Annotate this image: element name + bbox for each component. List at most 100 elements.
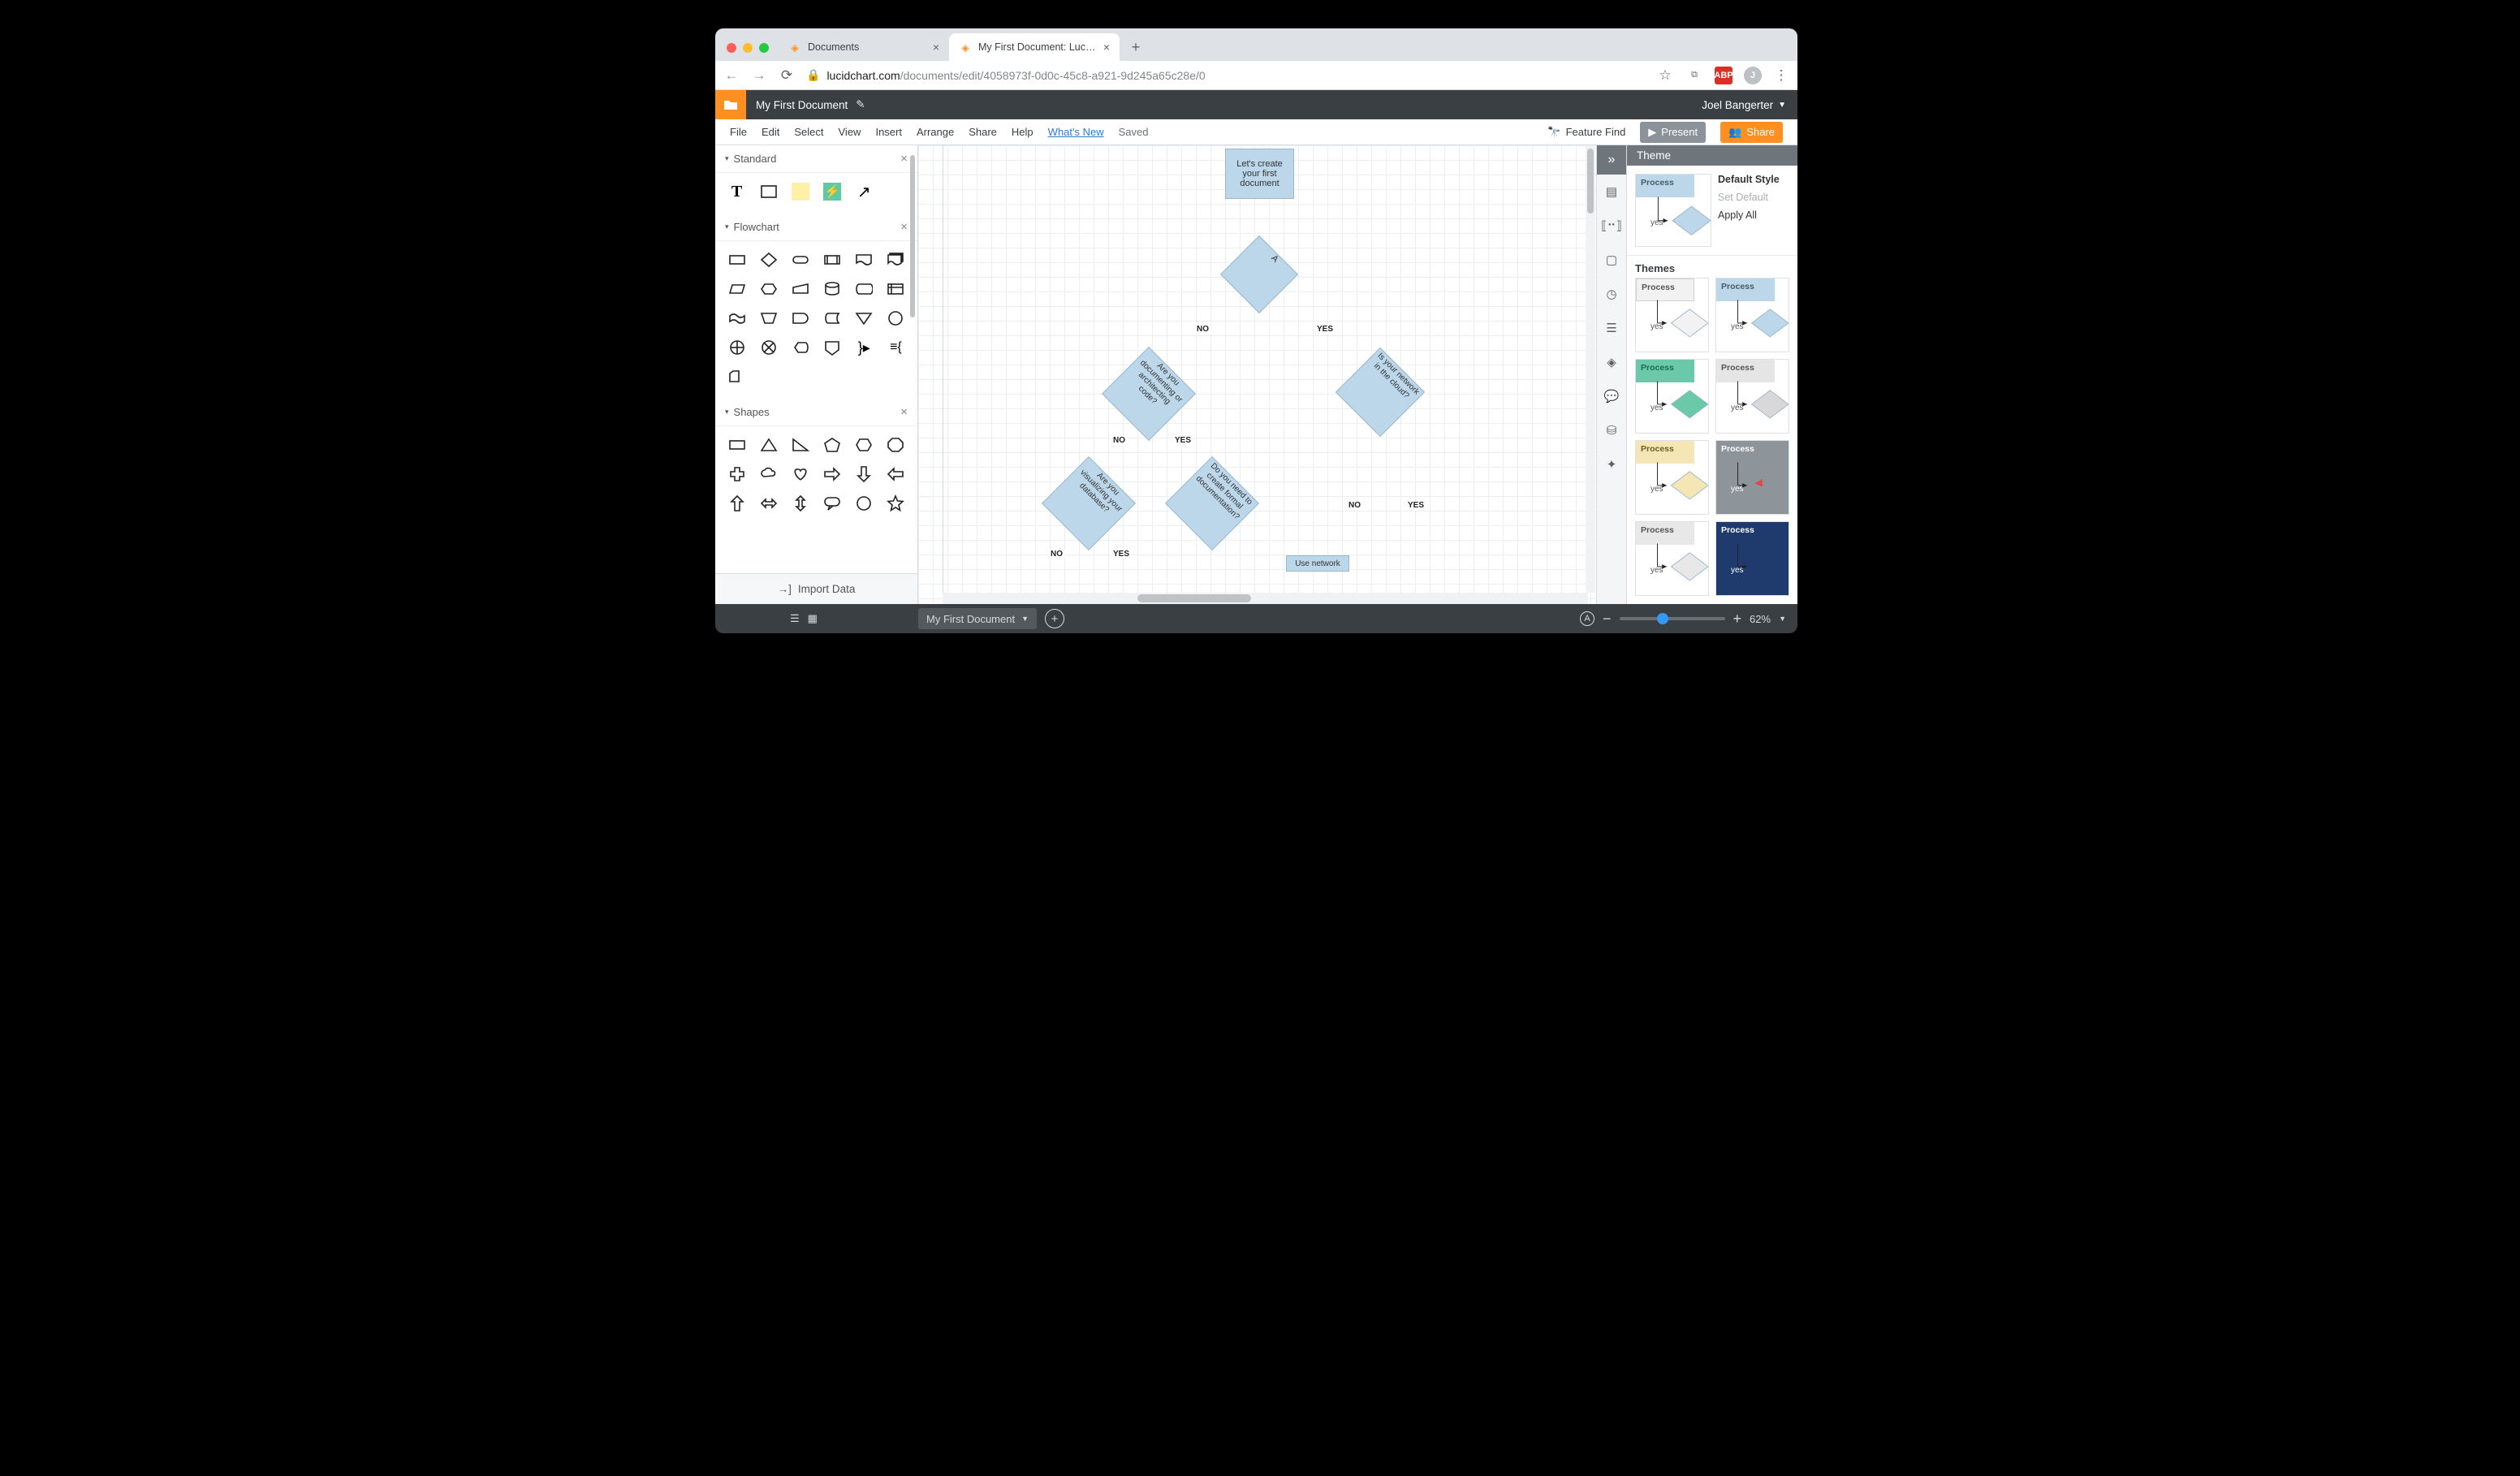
star-shape[interactable] [882,491,909,516]
url-field[interactable]: 🔒 lucidchart.com/documents/edit/4058973f… [806,68,1645,82]
node-a[interactable]: A [1232,247,1287,302]
tab-close-icon[interactable]: × [933,41,939,54]
brace-right-shape[interactable]: }▸ [851,335,878,360]
canvas[interactable]: Let's create your first document A NO YE… [918,145,1596,604]
history-icon[interactable]: ◷ [1596,277,1627,311]
menu-file[interactable]: File [730,126,747,138]
up-arrow-shape[interactable] [723,491,750,516]
grid-view-icon[interactable]: ▦ [808,612,818,625]
database-shape[interactable] [819,277,846,301]
theme-option-7[interactable]: Processyes [1715,521,1789,596]
extension-icon[interactable]: ⧉ [1685,67,1703,84]
theme-option-6[interactable]: Processyes [1635,521,1709,596]
node-start[interactable]: Let's create your first document [1225,149,1294,199]
arrow-shape[interactable]: ↗ [851,179,878,204]
share-button[interactable]: 👥Share [1720,122,1783,143]
nav-back-button[interactable]: ← [723,67,740,84]
browser-menu-button[interactable]: ⋮ [1773,67,1789,84]
section-flowchart[interactable]: ▾Flowchart× [715,214,917,241]
theme-option-3[interactable]: Processyes [1715,359,1789,434]
account-menu[interactable]: Joel Bangerter ▼ [1690,99,1797,111]
connector-shape[interactable] [882,306,909,330]
list-view-icon[interactable]: ☰ [790,612,800,625]
data-icon[interactable]: ⛁ [1596,413,1627,447]
theme-option-0[interactable]: Processyes [1635,278,1709,352]
delay-shape[interactable] [787,306,813,330]
new-tab-button[interactable]: + [1124,36,1147,58]
comments-icon[interactable]: ⟦⠒⟧ [1596,209,1627,243]
section-close-icon[interactable]: × [900,152,908,166]
left-arrow-shape[interactable] [882,462,909,486]
hexagon2-shape[interactable] [851,433,878,457]
offpage-shape[interactable] [819,335,846,360]
page-tab[interactable]: My First Document▼ [918,608,1037,629]
predefined-shape[interactable] [819,248,846,272]
node-use-network[interactable]: Use network [1286,555,1349,572]
theme-option-5[interactable]: Processyes [1715,440,1789,515]
directdata-shape[interactable] [851,277,878,301]
terminator-shape[interactable] [787,248,813,272]
hexagon-shape[interactable] [755,277,782,301]
section-close-icon[interactable]: × [900,405,908,419]
triangle-shape[interactable] [755,433,782,457]
or-shape[interactable] [723,335,750,360]
paper-tape-shape[interactable] [723,306,750,330]
hotspot-shape[interactable]: ⚡ [823,183,841,201]
node-doc-code[interactable]: Are you documenting or architecting code… [1115,360,1182,427]
chevron-down-icon[interactable]: ▼ [1779,615,1786,623]
window-maximize-icon[interactable] [759,43,769,53]
abp-extension-icon[interactable]: ABP [1715,67,1732,84]
import-data-button[interactable]: →] Import Data [715,573,917,604]
theme-option-2[interactable]: Processyes [1635,359,1709,434]
text-shape[interactable]: T [723,179,750,204]
collapse-right-panel-button[interactable]: » [1597,145,1626,175]
down-arrow-shape[interactable] [851,462,878,486]
theme-option-1[interactable]: Processyes [1715,278,1789,352]
home-folder-button[interactable] [715,90,746,119]
chat-icon[interactable]: 💬 [1596,379,1627,413]
menu-arrange[interactable]: Arrange [917,126,954,138]
window-close-icon[interactable] [727,43,736,53]
menu-help[interactable]: Help [1012,126,1033,138]
browser-tab-editor[interactable]: ◈ My First Document: Lucidchart × [949,33,1120,61]
menu-edit[interactable]: Edit [762,126,779,138]
cloud-shape[interactable] [755,462,782,486]
menu-whats-new[interactable]: What's New [1048,126,1104,138]
rename-pencil-icon[interactable]: ✎ [856,98,865,111]
apply-all-button[interactable]: Apply All [1718,209,1789,221]
note-shape[interactable] [792,183,809,201]
page-icon[interactable]: ▤ [1596,175,1627,209]
present-button[interactable]: ▶Present [1640,122,1706,143]
sum-shape[interactable] [755,335,782,360]
heart-shape[interactable] [787,462,813,486]
theme-option-4[interactable]: Processyes [1635,440,1709,515]
layers-icon[interactable]: ☰ [1596,311,1627,345]
browser-tab-documents[interactable]: ◈ Documents × [779,33,949,61]
right-triangle-shape[interactable] [787,433,813,457]
stored-data-shape[interactable] [819,306,846,330]
zoom-slider[interactable] [1620,617,1725,620]
document-shape[interactable] [851,248,878,272]
window-minimize-icon[interactable] [743,43,753,53]
menu-share[interactable]: Share [969,126,997,138]
node-formal-doc[interactable]: Do you need to create formal documentati… [1179,470,1245,537]
manual-input-shape[interactable] [787,277,813,301]
updown-arrow-shape[interactable] [787,491,813,516]
brace-left-shape[interactable]: ≡{ [882,335,909,360]
callout-shape[interactable] [819,491,846,516]
process-shape[interactable] [723,248,750,272]
menu-select[interactable]: Select [794,126,823,138]
circle-shape[interactable] [851,491,878,516]
set-default-button[interactable]: Set Default [1718,192,1789,203]
section-standard[interactable]: ▾Standard× [715,145,917,173]
profile-avatar[interactable]: J [1744,67,1762,84]
data-io-shape[interactable] [723,277,750,301]
zoom-in-button[interactable]: + [1733,611,1742,628]
left-scrollbar[interactable] [910,145,915,573]
feature-find-button[interactable]: 🔭Feature Find [1547,126,1625,139]
zoom-value[interactable]: 62% [1750,613,1771,625]
manual-op-shape[interactable] [755,306,782,330]
canvas-h-scrollbar[interactable] [943,593,1588,604]
leftright-arrow-shape[interactable] [755,491,782,516]
node-vis-db[interactable]: Are you visualizing your database? [1055,470,1122,537]
